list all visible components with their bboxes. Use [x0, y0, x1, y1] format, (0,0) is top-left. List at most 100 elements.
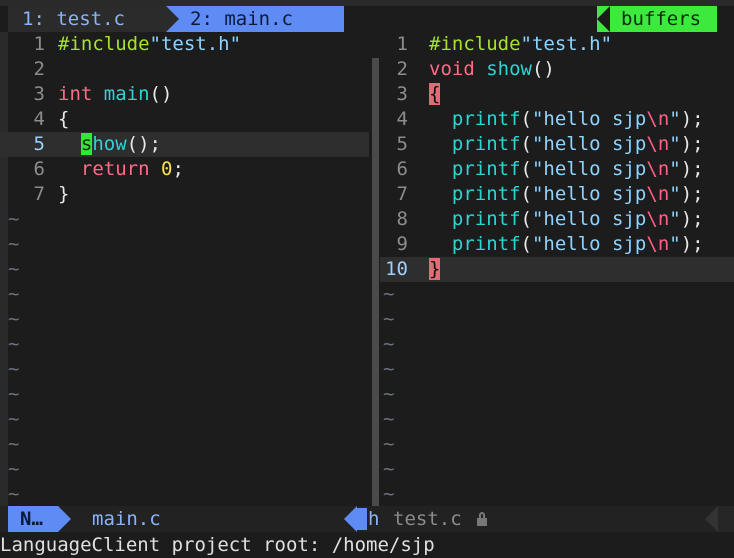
mode-arrow	[58, 506, 71, 532]
code-line[interactable]: 4 printf("hello sjp\n");	[380, 107, 734, 132]
code-token: }	[58, 183, 70, 205]
code-text: printf("hello sjp\n");	[429, 107, 704, 132]
code-token: );	[680, 208, 704, 230]
line-number: 3	[33, 83, 45, 105]
empty-line-tilde: ~	[383, 408, 395, 430]
code-text: return 0;	[58, 157, 184, 182]
code-line[interactable]: 3{	[380, 82, 734, 107]
code-line[interactable]: 1 #include"test.h"	[380, 32, 734, 57]
code-token: 0	[160, 158, 173, 180]
editor-pane-test-c[interactable]: 1 #include"test.h" 2 void show() 3{4 printf(…	[380, 32, 734, 506]
tab-test-c[interactable]: 1: test.c	[8, 6, 166, 32]
code-line[interactable]: 5 show();	[0, 132, 369, 157]
empty-line-tilde: ~	[8, 208, 20, 230]
code-token: printf	[451, 108, 521, 130]
status-block-right	[357, 508, 367, 530]
code-line[interactable]: 2 void show()	[380, 57, 734, 82]
code-line[interactable]: 4{	[0, 107, 369, 132]
lock-icon	[477, 512, 487, 526]
empty-line-tilde: ~	[383, 358, 395, 380]
line-number: 2	[396, 58, 408, 80]
code-token: }	[429, 258, 441, 280]
tab-active-arrow	[331, 6, 344, 32]
code-text: printf("hello sjp\n");	[429, 232, 704, 257]
empty-line-tilde: ~	[383, 333, 395, 355]
code-text: #include"test.h"	[429, 32, 612, 57]
code-token: printf	[451, 158, 521, 180]
code-token: {	[429, 83, 441, 105]
empty-line-tilde: ~	[8, 458, 20, 480]
code-line[interactable]: 6 printf("hello sjp\n");	[380, 157, 734, 182]
cursor: s	[80, 133, 93, 155]
mode-indicator: N…	[8, 506, 58, 532]
code-text: {	[58, 107, 69, 132]
code-text: void show()	[429, 57, 555, 82]
code-token: (	[520, 233, 532, 255]
line-number: 5	[33, 133, 45, 155]
empty-line-tilde: ~	[8, 233, 20, 255]
line-number: 4	[396, 108, 408, 130]
code-line[interactable]: 3 int main()	[0, 82, 369, 107]
code-token: );	[680, 108, 704, 130]
editor-pane-main-c[interactable]: 1 #include"test.h" 2 3 int main() 4{5 show();…	[0, 32, 369, 506]
code-line[interactable]: 6 return 0;	[0, 157, 369, 182]
line-number: 9	[396, 233, 408, 255]
status-arrow-right	[344, 506, 357, 532]
tab-main-c[interactable]: 2: main.c	[166, 6, 344, 32]
buffers-arrow	[597, 6, 610, 32]
code-token: "hello sjp	[531, 133, 647, 155]
code-token: \n	[646, 233, 670, 255]
code-token: #include	[429, 33, 521, 55]
code-token: ();	[126, 133, 161, 155]
code-line[interactable]: 8 printf("hello sjp\n");	[380, 207, 734, 232]
empty-line-tilde: ~	[8, 283, 20, 305]
empty-line-tilde: ~	[383, 308, 395, 330]
buffers-label[interactable]: buffers	[597, 6, 717, 32]
empty-line-tilde: ~	[8, 408, 20, 430]
empty-line-tilde: ~	[8, 358, 20, 380]
line-number: 4	[33, 108, 45, 130]
code-text: int main()	[58, 82, 172, 107]
code-token: printf	[451, 208, 521, 230]
code-text: printf("hello sjp\n");	[429, 132, 704, 157]
code-token: main	[103, 83, 150, 105]
status-end-arrow	[705, 506, 718, 532]
code-line[interactable]: 10}	[380, 257, 734, 282]
code-token: "	[669, 183, 681, 205]
line-number: 1	[396, 33, 408, 55]
empty-line-tilde: ~	[383, 458, 395, 480]
code-line[interactable]: 5 printf("hello sjp\n");	[380, 132, 734, 157]
code-token: ()	[531, 58, 555, 80]
split-scrollbar[interactable]	[372, 58, 379, 506]
line-number: 6	[396, 158, 408, 180]
code-token: #include	[58, 33, 150, 55]
code-line[interactable]: 9 printf("hello sjp\n");	[380, 232, 734, 257]
code-line[interactable]: 2	[0, 57, 369, 82]
code-token: "hello sjp	[531, 208, 647, 230]
code-token: (	[520, 208, 532, 230]
code-line[interactable]: 1 #include"test.h"	[0, 32, 369, 57]
line-number: 7	[33, 183, 45, 205]
code-text: show();	[58, 132, 161, 157]
code-line[interactable]: 7 printf("hello sjp\n");	[380, 182, 734, 207]
command-line: LanguageClient project root: /home/sjp	[0, 534, 435, 556]
empty-line-tilde: ~	[383, 483, 395, 505]
status-filename-right: test.c	[393, 508, 462, 530]
empty-line-tilde: ~	[8, 483, 20, 505]
code-token: (	[520, 108, 532, 130]
empty-line-tilde: ~	[8, 258, 20, 280]
code-token: void	[429, 58, 475, 80]
line-number: 2	[33, 58, 45, 80]
code-token: );	[680, 183, 704, 205]
code-token: );	[680, 233, 704, 255]
line-number: 5	[396, 133, 408, 155]
line-number: 8	[396, 208, 408, 230]
code-line[interactable]: 7}	[0, 182, 369, 207]
empty-line-tilde: ~	[8, 308, 20, 330]
empty-line-tilde: ~	[383, 283, 395, 305]
